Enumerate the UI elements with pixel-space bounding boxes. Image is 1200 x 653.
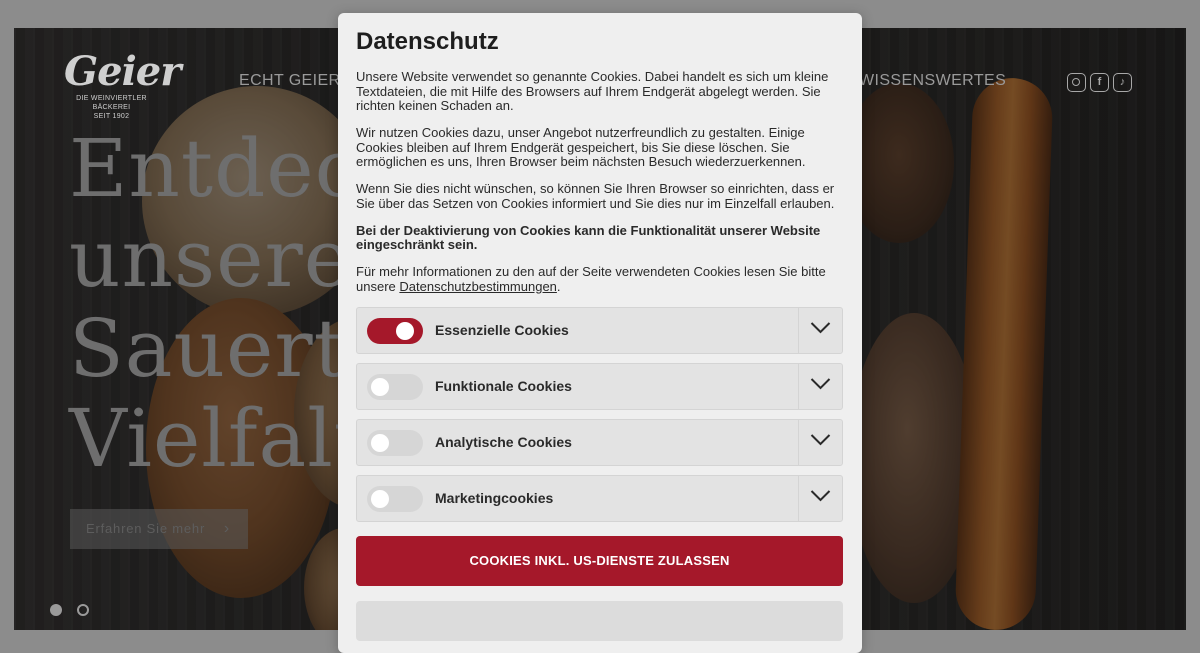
instagram-icon[interactable]	[1067, 73, 1086, 92]
expand-button[interactable]	[798, 364, 842, 409]
cookie-category-functional[interactable]: Funktionale Cookies	[356, 363, 843, 410]
logo-wordmark: Geier	[64, 48, 181, 95]
consent-warning: Bei der Deaktivierung von Cookies kann d…	[356, 222, 821, 252]
analytics-toggle[interactable]	[367, 430, 423, 456]
facebook-icon[interactable]: f	[1090, 73, 1109, 92]
secondary-button[interactable]	[356, 601, 843, 641]
chevron-down-icon	[810, 378, 831, 390]
cookie-category-marketing[interactable]: Marketingcookies	[356, 475, 843, 522]
site-logo[interactable]: Geier DIE WEINVIERTLER BÄCKEREI SEIT 190…	[64, 48, 181, 121]
more-info-period: .	[556, 278, 561, 294]
chevron-down-icon	[810, 434, 831, 446]
toggle-knob	[371, 434, 389, 452]
tiktok-icon[interactable]: ♪	[1113, 73, 1132, 92]
consent-paragraph: Wir nutzen Cookies dazu, unser Angebot n…	[356, 125, 806, 169]
marketing-toggle[interactable]	[367, 486, 423, 512]
chevron-right-icon: ›	[223, 520, 230, 537]
learn-more-button[interactable]: Erfahren Sie mehr ›	[70, 509, 248, 549]
chevron-down-icon	[810, 490, 831, 502]
expand-button[interactable]	[798, 420, 842, 465]
expand-button[interactable]	[798, 308, 842, 353]
learn-more-label: Erfahren Sie mehr	[86, 521, 206, 536]
essential-toggle[interactable]	[367, 318, 423, 344]
category-label: Marketingcookies	[435, 490, 554, 506]
cookie-consent-dialog: Datenschutz Unsere Website verwendet so …	[338, 13, 862, 653]
accept-all-cookies-button[interactable]: COOKIES INKL. US-DIENSTE ZULASSEN	[356, 536, 843, 586]
cookie-category-essential[interactable]: Essenzielle Cookies	[356, 307, 843, 354]
logo-since: SEIT 1902	[93, 113, 130, 120]
consent-paragraph: Unsere Website verwendet so genannte Coo…	[356, 69, 829, 113]
expand-button[interactable]	[798, 476, 842, 521]
toggle-knob	[396, 322, 414, 340]
toggle-knob	[371, 490, 389, 508]
slider-dot-active[interactable]	[50, 604, 62, 616]
consent-more-info: Für mehr Informationen zu den auf der Se…	[356, 264, 843, 294]
functional-toggle[interactable]	[367, 374, 423, 400]
consent-paragraph: Wenn Sie dies nicht wünschen, so können …	[356, 181, 835, 211]
category-label: Funktionale Cookies	[435, 378, 572, 394]
nav-item-wissenswertes[interactable]: WISSENSWERTES	[859, 72, 1006, 90]
logo-tagline: DIE WEINVIERTLER BÄCKEREI	[76, 95, 147, 111]
toggle-knob	[371, 378, 389, 396]
cookie-categories: Essenzielle Cookies Funktionale Cookies …	[356, 307, 843, 522]
slider-dot[interactable]	[77, 604, 89, 616]
chevron-down-icon	[810, 322, 831, 334]
privacy-policy-link[interactable]: Datenschutzbestimmungen	[399, 279, 557, 294]
nav-item-echt-geier[interactable]: ECHT GEIER	[239, 72, 341, 90]
dialog-title: Datenschutz	[356, 28, 499, 55]
category-label: Essenzielle Cookies	[435, 322, 569, 338]
category-label: Analytische Cookies	[435, 434, 572, 450]
cookie-category-analytics[interactable]: Analytische Cookies	[356, 419, 843, 466]
